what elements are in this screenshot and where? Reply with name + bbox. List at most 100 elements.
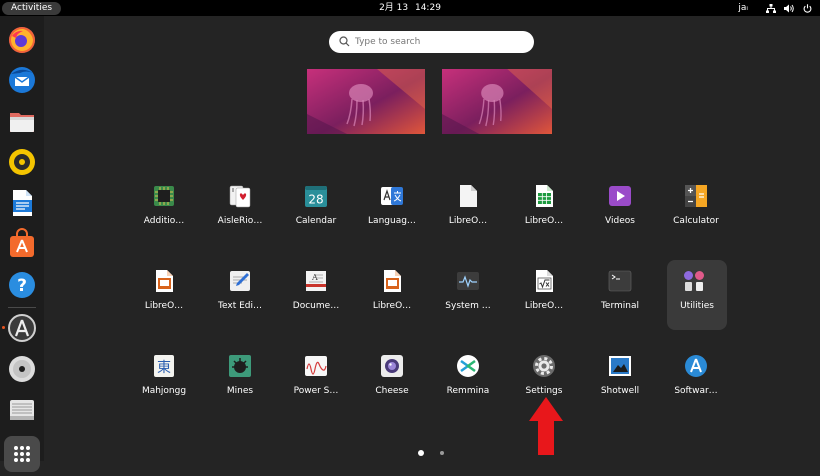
- app-language-support[interactable]: Languag…: [359, 175, 425, 245]
- shotwell-icon: [609, 356, 631, 376]
- cards-icon: [229, 185, 251, 208]
- running-indicator: [2, 326, 5, 329]
- show-apps-button[interactable]: [4, 436, 40, 472]
- rhythmbox-icon: [9, 149, 35, 175]
- app-label: Calendar: [295, 216, 337, 226]
- app-terminal[interactable]: Terminal: [587, 260, 653, 330]
- mahjongg-glyph: 東: [157, 360, 171, 376]
- app-label: LibreO…: [448, 216, 488, 226]
- app-label: LibreO…: [372, 301, 412, 311]
- page-indicator[interactable]: [440, 451, 444, 455]
- help-icon: ?: [9, 272, 35, 298]
- clock[interactable]: 2月 13 14:29: [0, 0, 820, 16]
- mahjongg-icon: 東: [154, 355, 174, 377]
- search-bar[interactable]: [329, 31, 534, 53]
- impress-icon: [384, 270, 401, 292]
- app-system-monitor[interactable]: System …: [435, 260, 501, 330]
- app-text-editor[interactable]: Text Edi…: [207, 260, 273, 330]
- disk-icon: [10, 400, 34, 420]
- dock-separator: [8, 307, 36, 308]
- grid-icon: [14, 446, 30, 462]
- libreoffice-icon: [460, 185, 477, 207]
- clock-time: 14:29: [414, 3, 441, 13]
- top-bar: Activities 2月 13 14:29 jaᵢ: [0, 0, 820, 16]
- dock-thunderbird[interactable]: [6, 64, 38, 96]
- app-label: Additio…: [143, 216, 185, 226]
- document-viewer-icon: A: [306, 271, 326, 291]
- files-icon: [10, 113, 34, 132]
- app-label: Mines: [226, 386, 254, 396]
- app-calculator[interactable]: Calculator: [663, 175, 729, 245]
- dock-dvd[interactable]: [6, 353, 38, 385]
- app-folder-utilities[interactable]: Utilities: [667, 260, 727, 330]
- system-tray[interactable]: [766, 0, 812, 16]
- impress-icon: [156, 270, 173, 292]
- app-shotwell[interactable]: Shotwell: [587, 345, 653, 415]
- page-indicator-active[interactable]: [418, 450, 424, 456]
- app-label: Terminal: [600, 301, 640, 311]
- dock-software-updater[interactable]: [6, 312, 38, 344]
- app-libreoffice-calc[interactable]: LibreO…: [511, 175, 577, 245]
- dock-files[interactable]: [6, 105, 38, 137]
- power-icon: [803, 3, 812, 13]
- app-label: Softwar…: [674, 386, 718, 396]
- workspace-thumbnail[interactable]: [307, 69, 425, 134]
- mines-icon: [229, 355, 251, 377]
- app-document-viewer[interactable]: A Docume…: [283, 260, 349, 330]
- dock-disk[interactable]: [6, 394, 38, 426]
- dock-help[interactable]: ?: [6, 269, 38, 301]
- app-videos[interactable]: Videos: [587, 175, 653, 245]
- app-label: LibreO…: [524, 216, 564, 226]
- dock-rhythmbox[interactable]: [6, 146, 38, 178]
- app-mines[interactable]: Mines: [207, 345, 273, 415]
- firefox-icon: [9, 27, 35, 53]
- settings-icon: [533, 355, 555, 377]
- app-label: Power S…: [293, 386, 339, 396]
- app-libreoffice-math[interactable]: LibreO…: [511, 260, 577, 330]
- app-label: System …: [445, 301, 491, 311]
- clock-date: 2月 13: [379, 3, 409, 13]
- input-method-indicator[interactable]: jaᵢ: [738, 0, 748, 16]
- calc-icon: [536, 185, 553, 207]
- calendar-icon: 28: [305, 186, 327, 207]
- app-label: Cheese: [375, 386, 409, 396]
- dock: ?: [0, 16, 44, 472]
- svg-text:?: ?: [17, 276, 27, 296]
- workspace-thumbnail[interactable]: [442, 69, 552, 134]
- dock-firefox[interactable]: [6, 24, 38, 56]
- app-label: LibreO…: [144, 301, 184, 311]
- chip-icon: [154, 186, 174, 206]
- app-label: Text Edi…: [218, 301, 262, 311]
- app-calendar[interactable]: 28 Calendar: [283, 175, 349, 245]
- language-icon: [381, 187, 403, 205]
- app-libreoffice[interactable]: LibreO…: [435, 175, 501, 245]
- app-libreoffice-impress-2[interactable]: LibreO…: [359, 260, 425, 330]
- app-cheese[interactable]: Cheese: [359, 345, 425, 415]
- app-power-statistics[interactable]: Power S…: [283, 345, 349, 415]
- app-remmina[interactable]: Remmina: [435, 345, 501, 415]
- app-label: Videos: [605, 216, 635, 226]
- text-editor-icon: [230, 271, 250, 291]
- app-additional-drivers[interactable]: Additio…: [131, 175, 197, 245]
- app-label: Languag…: [368, 216, 416, 226]
- dock-writer[interactable]: [6, 187, 38, 219]
- updater-icon: [8, 314, 36, 342]
- app-label: Utilities: [680, 301, 714, 311]
- app-label: Remmina: [446, 386, 490, 396]
- software-icon: [685, 355, 707, 377]
- app-label: Mahjongg: [141, 386, 187, 396]
- system-monitor-icon: [457, 272, 479, 290]
- app-aisleriot[interactable]: AisleRio…: [207, 175, 273, 245]
- math-icon: [536, 270, 553, 292]
- app-mahjongg[interactable]: 東 Mahjongg: [131, 345, 197, 415]
- red-arrow-annotation: [529, 397, 563, 455]
- app-libreoffice-impress[interactable]: LibreO…: [131, 260, 197, 330]
- utilities-folder-icon: [684, 271, 704, 291]
- terminal-icon: [608, 270, 632, 292]
- app-software[interactable]: Softwar…: [663, 345, 729, 415]
- volume-icon: [784, 4, 794, 12]
- search-input[interactable]: [355, 31, 525, 53]
- dock-ubuntu-software[interactable]: [6, 228, 38, 260]
- wallpaper-image: [307, 69, 425, 134]
- svg-text:A: A: [311, 273, 318, 282]
